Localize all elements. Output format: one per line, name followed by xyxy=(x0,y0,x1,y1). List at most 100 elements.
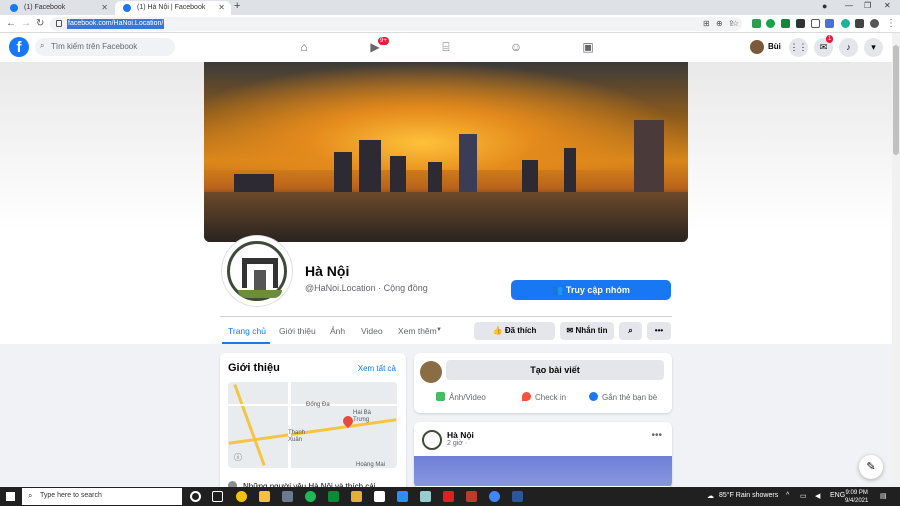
volume-icon[interactable]: ◀ xyxy=(815,492,820,500)
cover-water xyxy=(204,191,688,242)
menu-grid-icon[interactable]: ⋮⋮ xyxy=(789,38,808,57)
tabs-divider xyxy=(220,316,672,317)
taskbar-search-input[interactable]: ⌕ Type here to search xyxy=(22,488,182,505)
tag-friends-button[interactable]: Gắn thẻ bạn bè xyxy=(589,392,657,402)
extension-evernote-icon[interactable] xyxy=(781,19,790,28)
avatar[interactable] xyxy=(420,361,442,383)
see-all-link[interactable]: Xem tất cả xyxy=(358,364,396,373)
extension-tool-icon[interactable] xyxy=(796,19,805,28)
page-profile-picture[interactable] xyxy=(222,236,292,306)
liked-button[interactable]: 👍 Đã thích xyxy=(474,322,555,340)
extension-drive-icon[interactable] xyxy=(752,19,761,28)
system-clock[interactable]: 9:09 PM 9/4/2021 xyxy=(845,489,868,505)
notification-center-icon[interactable]: ▤ xyxy=(880,492,887,500)
word-icon[interactable] xyxy=(512,491,523,502)
post-image[interactable] xyxy=(414,456,672,486)
message-button[interactable]: ✉ Nhắn tin xyxy=(560,322,614,340)
marketplace-icon[interactable]: ⌸ xyxy=(439,40,453,54)
info-icon[interactable]: ⓘ xyxy=(234,452,242,463)
check-in-label: Check in xyxy=(535,393,567,402)
browser-tab-active[interactable]: (1) Hà Nội | Facebook ✕ xyxy=(115,1,231,15)
spotify-icon[interactable] xyxy=(305,491,316,502)
cover-building xyxy=(428,161,442,192)
url-text[interactable]: facebook.com/HaNoi.Location/ xyxy=(67,19,165,29)
post-more-icon[interactable]: ••• xyxy=(651,430,662,441)
gaming-icon[interactable]: ▣ xyxy=(581,40,595,54)
post-author[interactable]: Hà Nội xyxy=(447,430,474,440)
scrollbar-thumb[interactable] xyxy=(893,45,899,155)
tab-title: (1) Facebook xyxy=(24,4,66,11)
extension-shield-icon[interactable] xyxy=(811,19,820,28)
close-tab-icon[interactable]: ✕ xyxy=(218,1,225,15)
tab-home[interactable]: Trang chủ xyxy=(228,326,266,336)
photo-video-button[interactable]: Ảnh/Video xyxy=(436,392,486,402)
qr-code-icon[interactable]: ⊞ xyxy=(703,19,710,28)
map-label: Đống Đa xyxy=(306,402,330,408)
zoom-app-icon[interactable] xyxy=(397,491,408,502)
account-dropdown-icon[interactable]: ▾ xyxy=(864,38,883,57)
visit-group-button[interactable]: 👥 Truy cập nhóm xyxy=(511,280,671,300)
profile-icon[interactable]: ● xyxy=(822,1,827,11)
cortana-icon[interactable] xyxy=(190,491,201,502)
liked-label: Đã thích xyxy=(504,326,537,335)
app-icon[interactable] xyxy=(420,491,431,502)
bookmark-star-icon[interactable]: ☆ xyxy=(732,19,739,28)
extension-new-icon[interactable] xyxy=(825,19,834,28)
page-more-button[interactable]: ••• xyxy=(647,322,671,340)
chrome-profile-icon[interactable] xyxy=(489,491,500,502)
back-icon[interactable]: ← xyxy=(6,18,16,29)
tray-chevron-icon[interactable]: ^ xyxy=(786,492,789,499)
cover-photo[interactable] xyxy=(204,62,688,242)
network-icon[interactable]: ▭ xyxy=(800,492,807,500)
tab-more[interactable]: Xem thêm ▼ xyxy=(391,318,442,342)
minimize-icon[interactable]: — xyxy=(845,1,853,10)
create-post-button[interactable]: Tạo bài viết xyxy=(446,360,664,380)
profile-avatar-icon[interactable] xyxy=(870,19,879,28)
facebook-search-input[interactable]: ⌕ Tìm kiếm trên Facebook xyxy=(35,38,175,56)
windows-start-icon[interactable] xyxy=(6,492,15,501)
reload-icon[interactable]: ↻ xyxy=(36,18,44,29)
weather-icon[interactable]: ☁ xyxy=(707,492,714,500)
extension-circle-icon[interactable] xyxy=(841,19,850,28)
new-tab-icon[interactable]: + xyxy=(234,0,240,12)
forward-icon[interactable]: → xyxy=(21,18,31,29)
new-message-button[interactable]: ✎ xyxy=(859,455,883,479)
notifications-bell-icon[interactable]: ♪ xyxy=(839,38,858,57)
extensions-puzzle-icon[interactable] xyxy=(855,19,864,28)
browser-tab[interactable]: (1) Facebook ✕ xyxy=(2,1,114,15)
chrome-icon[interactable] xyxy=(236,491,247,502)
url-input[interactable]: facebook.com/HaNoi.Location/ ⊞ ⊕ ⇪ ☆ xyxy=(50,17,742,31)
logo-ring xyxy=(227,241,287,301)
weather-text[interactable]: 85°F Rain showers xyxy=(719,492,778,499)
facebook-logo[interactable]: f xyxy=(9,37,29,57)
language-indicator[interactable]: ENG xyxy=(830,492,845,499)
post-timestamp[interactable]: 2 giờ · xyxy=(447,440,467,447)
close-window-icon[interactable]: ✕ xyxy=(884,1,891,10)
avatar[interactable] xyxy=(422,430,442,450)
evernote-icon[interactable] xyxy=(328,491,339,502)
app-icon[interactable] xyxy=(466,491,477,502)
tab-videos[interactable]: Video xyxy=(361,326,383,336)
home-icon[interactable]: ⌂ xyxy=(297,40,311,54)
page-scrollbar[interactable] xyxy=(892,33,900,488)
app-icon[interactable] xyxy=(351,491,362,502)
acrobat-icon[interactable] xyxy=(443,491,454,502)
close-tab-icon[interactable]: ✕ xyxy=(101,1,108,15)
maximize-icon[interactable]: ❐ xyxy=(864,1,871,10)
page-search-button[interactable]: ⌕ xyxy=(619,322,642,340)
groups-icon[interactable]: ☺ xyxy=(509,40,523,54)
clock-date: 9/4/2021 xyxy=(845,498,869,504)
camera-icon[interactable] xyxy=(282,491,293,502)
tab-about[interactable]: Giới thiệu xyxy=(279,326,316,336)
check-in-button[interactable]: Check in xyxy=(522,392,566,402)
chrome-menu-icon[interactable]: ⋮ xyxy=(886,18,896,29)
file-explorer-icon[interactable] xyxy=(259,491,270,502)
photo-icon xyxy=(436,392,445,401)
gate-door xyxy=(254,270,266,290)
zoom-icon[interactable]: ⊕ xyxy=(716,19,723,28)
location-map[interactable]: Đống Đa Hai Bà Trưng Thanh Xuân Hoàng Ma… xyxy=(228,382,397,468)
extension-grammarly-icon[interactable] xyxy=(766,19,775,28)
tab-photos[interactable]: Ảnh xyxy=(330,326,345,336)
task-view-icon[interactable] xyxy=(212,491,223,502)
app-icon[interactable] xyxy=(374,491,385,502)
